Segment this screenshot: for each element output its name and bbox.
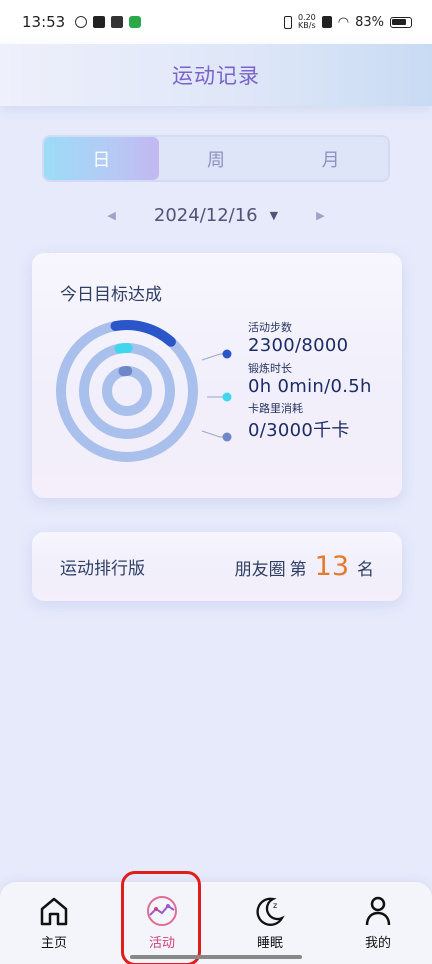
home-icon bbox=[40, 897, 68, 926]
date-picker: ◀ 2024/12/16 ▼ ▶ bbox=[0, 200, 432, 230]
person-icon bbox=[365, 896, 391, 926]
tab-month[interactable]: 月 bbox=[273, 137, 388, 180]
tab-profile[interactable]: 我的 bbox=[324, 882, 432, 964]
metric-calories: 卡路里消耗 0/3000千卡 bbox=[248, 400, 350, 442]
status-time: 13:53 bbox=[22, 13, 66, 31]
current-date[interactable]: 2024/12/16 bbox=[154, 205, 258, 226]
goal-card-title: 今日目标达成 bbox=[60, 285, 162, 305]
battery-percent: 83% bbox=[355, 14, 384, 30]
progress-rings bbox=[56, 320, 198, 462]
bottom-tab-bar: 主页 活动 z 睡眠 我的 bbox=[0, 882, 432, 964]
ranking-result: 朋友圈 第 13 名 bbox=[235, 551, 374, 582]
metric-steps-label: 活动步数 bbox=[248, 321, 292, 334]
steps-dot-icon bbox=[222, 349, 232, 359]
activity-icon bbox=[147, 896, 177, 926]
metric-steps: 活动步数 2300/8000 bbox=[248, 319, 348, 356]
tab-week-label: 周 bbox=[207, 149, 225, 171]
tab-day-label: 日 bbox=[92, 149, 111, 171]
ring-track-exercise bbox=[79, 343, 175, 439]
date-dropdown-icon[interactable]: ▼ bbox=[270, 209, 278, 222]
calorie-dot-icon bbox=[222, 432, 232, 442]
metric-exercise: 锻炼时长 0h 0min/0.5h bbox=[248, 360, 372, 397]
wifi-icon: ◠ bbox=[337, 14, 350, 30]
period-segmented-control: 日 周 月 bbox=[42, 135, 390, 182]
prev-day-icon[interactable]: ◀ bbox=[107, 209, 115, 222]
tab-week[interactable]: 周 bbox=[159, 137, 274, 180]
metric-calories-value: 0/3000千卡 bbox=[248, 420, 350, 441]
goal-card: 今日目标达成 活动步数 2300/8000 锻炼时长 0h 0min/0.5h … bbox=[32, 253, 402, 498]
tab-activity-label: 活动 bbox=[148, 936, 175, 951]
status-bar: 13:53 0.20 KB/s ◠ 83% bbox=[0, 0, 432, 44]
status-right: 0.20 KB/s ◠ 83% bbox=[283, 14, 412, 30]
ranking-suffix: 名 bbox=[357, 560, 374, 580]
network-speed: 0.20 KB/s bbox=[298, 14, 316, 30]
tab-home-label: 主页 bbox=[40, 936, 67, 951]
tab-home[interactable]: 主页 bbox=[0, 882, 108, 964]
tab-month-label: 月 bbox=[321, 149, 340, 171]
speed-unit: KB/s bbox=[298, 21, 316, 30]
sleep-moon-icon: z bbox=[256, 897, 285, 926]
header: 运动记录 bbox=[0, 44, 432, 106]
exercise-dot-icon bbox=[222, 392, 232, 402]
vibrate-icon bbox=[283, 15, 292, 29]
home-indicator bbox=[130, 955, 302, 959]
metric-calories-label: 卡路里消耗 bbox=[248, 402, 303, 415]
mail-icon bbox=[111, 16, 124, 28]
tab-sleep[interactable]: z 睡眠 bbox=[216, 882, 324, 964]
metric-exercise-value: 0h 0min/0.5h bbox=[248, 376, 372, 397]
ranking-number: 13 bbox=[314, 551, 349, 582]
tab-sleep-label: 睡眠 bbox=[256, 936, 283, 951]
metric-steps-value: 2300/8000 bbox=[248, 335, 349, 356]
ranking-label: 运动排行版 bbox=[60, 559, 145, 579]
page-title: 运动记录 bbox=[172, 64, 260, 88]
notification-icon bbox=[75, 16, 88, 28]
next-day-icon[interactable]: ▶ bbox=[316, 209, 324, 222]
sim-icon bbox=[321, 16, 332, 28]
status-left: 13:53 bbox=[22, 13, 142, 31]
ring-progress-steps bbox=[56, 320, 198, 462]
battery-icon bbox=[390, 16, 412, 28]
ranking-prefix: 第 bbox=[289, 560, 307, 580]
tab-profile-label: 我的 bbox=[364, 936, 391, 951]
ranking-scope: 朋友圈 bbox=[234, 560, 286, 580]
tiktok-icon bbox=[93, 16, 106, 28]
metric-exercise-label: 锻炼时长 bbox=[248, 362, 292, 375]
ring-track-calories bbox=[102, 366, 152, 416]
tab-activity[interactable]: 活动 bbox=[108, 882, 216, 964]
ring-progress-exercise bbox=[79, 343, 175, 439]
ranking-card[interactable]: 运动排行版 朋友圈 第 13 名 bbox=[32, 532, 402, 601]
tab-day[interactable]: 日 bbox=[44, 137, 159, 180]
svg-text:z: z bbox=[273, 901, 277, 910]
app-icon bbox=[129, 16, 142, 28]
